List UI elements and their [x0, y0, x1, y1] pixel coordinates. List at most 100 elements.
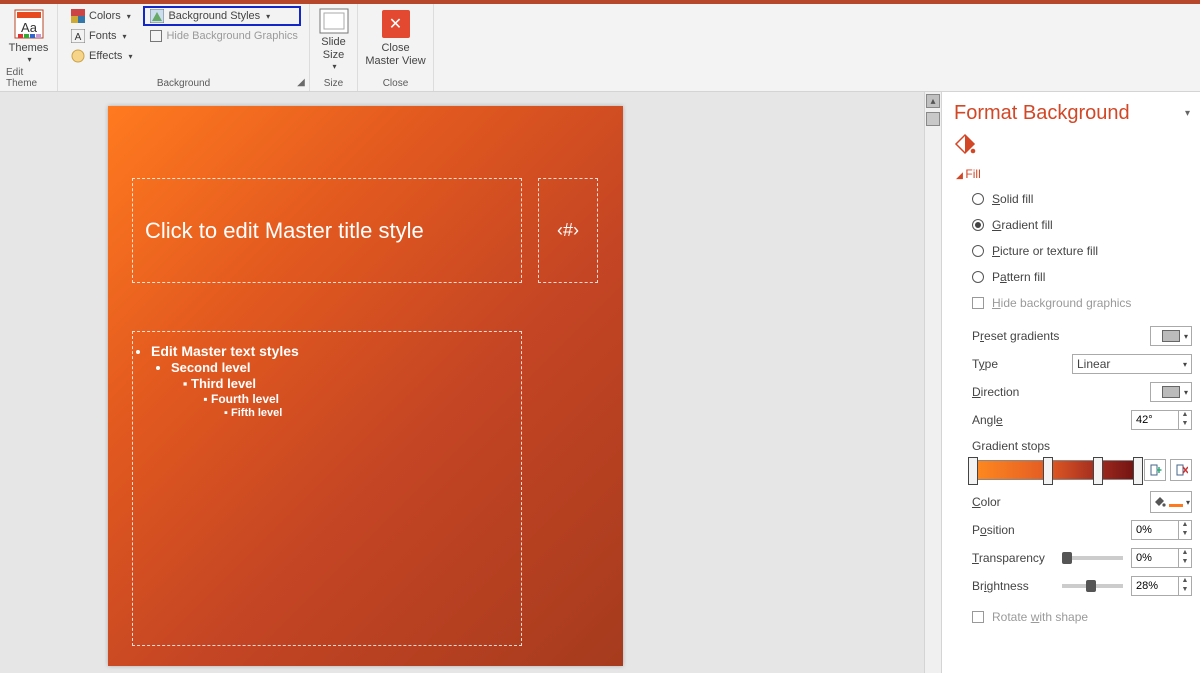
add-gradient-stop-button[interactable] [1144, 459, 1166, 481]
swatch-icon [1162, 330, 1180, 342]
close-icon: ✕ [380, 8, 412, 40]
gradient-fill-radio[interactable]: Gradient fill [972, 215, 1192, 235]
spin-up[interactable]: ▲ [1179, 521, 1191, 530]
vertical-scrollbar[interactable]: ▴ [924, 92, 941, 673]
slide-size-l1: Slide [321, 36, 345, 48]
background-left-stack: Colors A Fonts Effects [64, 4, 139, 68]
direction-dropdown[interactable] [1150, 382, 1192, 402]
colors-icon [71, 9, 85, 23]
bullet-l1: Edit Master text styles [151, 343, 299, 359]
background-styles-button[interactable]: Background Styles [143, 6, 300, 26]
hide-bg-graphics-checkbox[interactable]: Hide Background Graphics [143, 26, 300, 46]
themes-label: Themes [9, 42, 49, 55]
spin-up[interactable]: ▲ [1179, 577, 1191, 586]
scroll-thumb[interactable] [926, 112, 940, 126]
transparency-input[interactable] [1131, 548, 1179, 568]
gradient-stop-1[interactable] [968, 457, 978, 485]
ribbon-group-edit-theme: Aa Themes Edit Theme [0, 4, 58, 91]
themes-icon: Aa [13, 8, 45, 40]
angle-input[interactable] [1131, 410, 1179, 430]
hide-bg-graphics-label: Hide Background Graphics [166, 30, 297, 42]
gradient-stops-track[interactable] [972, 460, 1140, 480]
slide-size-l2: Size [323, 49, 344, 61]
angle-spinner[interactable]: ▲▼ [1131, 410, 1192, 430]
gradient-stop-2[interactable] [1043, 457, 1053, 485]
ribbon-group-background: Colors A Fonts Effects Background Styles [58, 4, 310, 91]
spin-up[interactable]: ▲ [1179, 411, 1191, 420]
picture-fill-radio[interactable]: Picture or texture fill [972, 241, 1192, 261]
pane-menu-button[interactable]: ▾ [1185, 108, 1190, 119]
fill-category-icon[interactable] [954, 133, 976, 155]
colors-label: Colors [89, 10, 121, 22]
fonts-icon: A [71, 29, 85, 43]
slide-canvas[interactable]: Click to edit Master title style ‹#› Edi… [0, 92, 924, 673]
themes-button[interactable]: Aa Themes [3, 4, 55, 67]
effects-icon [71, 49, 85, 63]
close-master-view-button[interactable]: ✕ CloseMaster View [359, 4, 431, 70]
ribbon-group-size: SlideSize Size [310, 4, 358, 91]
preset-gradients-dropdown[interactable] [1150, 326, 1192, 346]
slide-number-placeholder[interactable]: ‹#› [538, 178, 598, 283]
solid-fill-radio[interactable]: Solid fill [972, 189, 1192, 209]
brightness-input[interactable] [1131, 576, 1179, 596]
gradient-stop-3[interactable] [1093, 457, 1103, 485]
hide-bg-graphics-check: Hide background graphics [972, 293, 1192, 313]
fonts-label: Fonts [89, 30, 117, 42]
colors-button[interactable]: Colors [68, 6, 135, 26]
effects-label: Effects [89, 50, 122, 62]
group-label-edit-theme: Edit Theme [6, 67, 51, 89]
gradient-fill-label: radient fill [1001, 218, 1052, 232]
transparency-spinner[interactable]: ▲▼ [1131, 548, 1192, 568]
radio-icon [972, 219, 984, 231]
close-l1: Close [381, 42, 409, 54]
scroll-up-button[interactable]: ▴ [926, 94, 940, 108]
work-area: Click to edit Master title style ‹#› Edi… [0, 92, 1200, 673]
group-label-size: Size [324, 78, 343, 89]
transparency-slider[interactable] [1062, 556, 1123, 560]
slider-thumb[interactable] [1062, 552, 1072, 564]
brightness-slider[interactable] [1062, 584, 1123, 588]
type-value: Linear [1077, 357, 1110, 371]
fonts-button[interactable]: A Fonts [68, 26, 135, 46]
pane-title: Format Background [954, 102, 1185, 125]
pattern-fill-radio[interactable]: Pattern fill [972, 267, 1192, 287]
slide-master[interactable]: Click to edit Master title style ‹#› Edi… [108, 106, 623, 666]
type-label: pe [985, 357, 998, 371]
checkbox-icon [972, 297, 984, 309]
bullet-l4: Fourth level [211, 392, 279, 406]
spin-down[interactable]: ▼ [1179, 530, 1191, 539]
preset-gradients-label: eset gradients [984, 329, 1059, 343]
spin-up[interactable]: ▲ [1179, 549, 1191, 558]
color-label: olor [981, 495, 1001, 509]
brightness-spinner[interactable]: ▲▼ [1131, 576, 1192, 596]
color-picker-button[interactable]: ▾ [1150, 491, 1192, 513]
gradient-stop-4[interactable] [1133, 457, 1143, 485]
effects-button[interactable]: Effects [68, 46, 135, 66]
background-right-stack: Background Styles Hide Background Graphi… [139, 4, 304, 68]
solid-fill-label: olid fill [1000, 192, 1033, 206]
remove-gradient-stop-button[interactable] [1170, 459, 1192, 481]
rotate-with-shape-check: Rotate with shape [972, 607, 1192, 627]
color-swatch [1169, 497, 1183, 507]
spin-down[interactable]: ▼ [1179, 558, 1191, 567]
body-placeholder[interactable]: Edit Master text styles Second level Thi… [132, 331, 522, 646]
spin-down[interactable]: ▼ [1179, 420, 1191, 429]
slide-size-icon [318, 8, 350, 34]
pattern-fill-label: ttern fill [1007, 270, 1046, 284]
background-dialog-launcher[interactable]: ◢ [295, 77, 307, 89]
spin-down[interactable]: ▼ [1179, 586, 1191, 595]
gradient-type-select[interactable]: Linear [1072, 354, 1192, 374]
swatch-icon [1162, 386, 1180, 398]
title-placeholder-text: Click to edit Master title style [145, 218, 424, 244]
slider-thumb[interactable] [1086, 580, 1096, 592]
bullet-l5: Fifth level [231, 407, 282, 419]
slide-size-button[interactable]: SlideSize [309, 4, 359, 70]
fill-section-header[interactable]: Fill [942, 163, 1200, 185]
title-placeholder[interactable]: Click to edit Master title style [132, 178, 522, 283]
position-spinner[interactable]: ▲▼ [1131, 520, 1192, 540]
picture-fill-label: icture or texture fill [1000, 244, 1098, 258]
transparency-label: ransparency [979, 551, 1045, 565]
position-input[interactable] [1131, 520, 1179, 540]
background-styles-icon [150, 9, 164, 23]
radio-icon [972, 245, 984, 257]
